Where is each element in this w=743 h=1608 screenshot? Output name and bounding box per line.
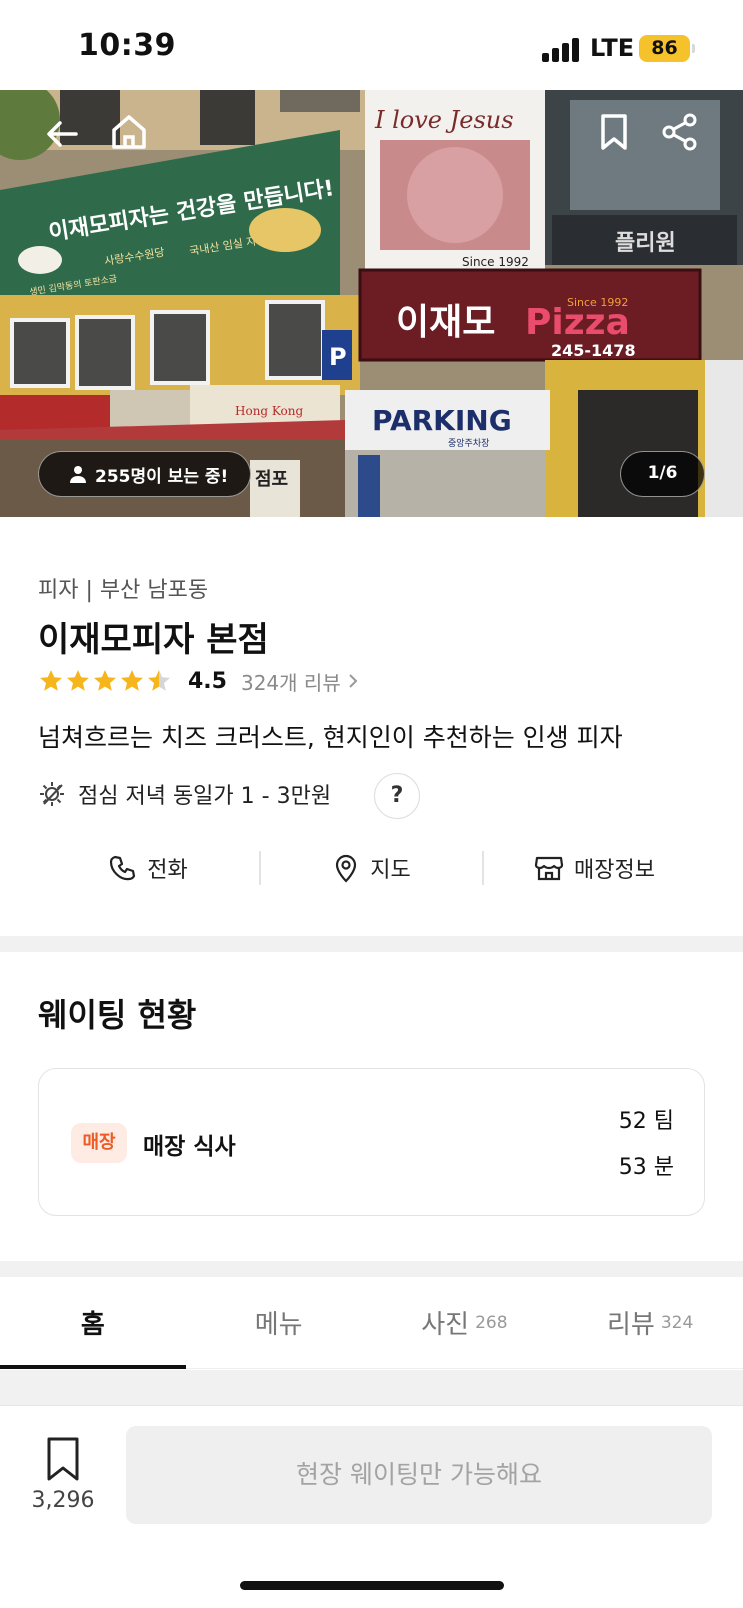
tab-reviews[interactable]: 리뷰 324 [557,1277,743,1368]
share-icon [662,113,697,151]
tab-bar: 홈 메뉴 사진 268 리뷰 324 [0,1277,743,1369]
back-button[interactable] [38,110,86,158]
tab-home[interactable]: 홈 [0,1277,186,1369]
store-icon [534,856,564,881]
battery-tip [692,44,695,53]
waiting-minutes: 53 분 [618,1155,674,1180]
tab-menu[interactable]: 메뉴 [186,1277,372,1368]
tab-menu-label: 메뉴 [254,1310,303,1340]
waiting-label: 매장 식사 [143,1134,236,1160]
waiting-teams: 52 팀 [618,1109,674,1134]
svg-text:플리원: 플리원 [615,231,676,256]
network-label: LTE [590,34,635,62]
review-link-label: 324개 리뷰 [240,670,341,695]
billboard-since: Since 1992 [462,255,529,269]
store-info-button[interactable]: 매장정보 [484,846,705,890]
bookmark-button[interactable] [590,108,638,156]
tab-reviews-label: 리뷰 [606,1310,655,1340]
svg-text:P: P [329,343,347,371]
tab-reviews-count: 324 [660,1312,694,1333]
status-time: 10:39 [78,28,176,63]
tab-photos[interactable]: 사진 268 [372,1277,558,1368]
tab-home-label: 홈 [80,1310,105,1340]
map-pin-icon [336,854,357,883]
tab-photos-count: 268 [475,1312,508,1333]
share-button[interactable] [656,108,704,156]
billboard-text: I love Jesus [374,106,514,134]
bottom-bar: 3,296 현장 웨이팅만 가능해요 [0,1405,743,1608]
store-sign-since: Since 1992 [567,296,628,309]
bookmark-icon [601,114,627,150]
star-icon [94,670,116,691]
person-icon [70,466,86,483]
home-icon [112,115,146,149]
svg-text:점포: 점포 [255,469,288,490]
price-help-button[interactable]: ? [374,773,420,819]
waiting-card: 매장 매장 식사 52 팀 53 분 [38,1068,705,1216]
review-link[interactable]: 324개 리뷰 [241,667,359,696]
map-button[interactable]: 지도 [261,846,482,890]
dine-in-badge: 매장 [71,1123,127,1163]
action-row: 전화 지도 매장정보 [38,846,705,890]
battery-icon: 86 [639,35,690,62]
hero-photo[interactable]: 이재모피자는 건강을 만듭니다! 사랑수수원당 국내산 임실 자연치즈 생민 김… [0,90,743,517]
rating-value: 4.5 [188,668,227,694]
parking-sub: 중앙주차장 [448,437,489,449]
signal-icon [542,36,582,62]
waiting-title: 웨이팅 현황 [38,996,197,1034]
store-category: 피자 | 부산 남포동 [38,578,209,603]
back-arrow-icon [47,121,78,147]
tab-photos-label: 사진 [421,1310,470,1340]
store-sign-kr: 이재모 [396,302,495,343]
viewers-badge: 255명이 보는 중! [38,451,252,497]
price-row: 점심 저녁 동일가 1 - 3만원 [38,778,331,810]
star-icon [40,670,62,691]
waiting-cta-button[interactable]: 현장 웨이팅만 가능해요 [126,1426,712,1524]
store-name: 이재모피자 본점 [38,620,269,660]
rating-row: 4.5 324개 리뷰 [38,666,359,696]
parking-sign: PARKING [372,404,512,437]
store-sign-phone: 245-1478 [551,341,636,360]
map-label: 지도 [370,858,411,883]
rating-stars [38,668,172,694]
call-button[interactable]: 전화 [38,846,259,890]
section-divider [0,936,743,952]
star-icon [148,670,170,691]
viewers-text: 255명이 보는 중! [95,466,229,487]
section-divider [0,1370,743,1405]
store-info-label: 매장정보 [574,858,655,883]
call-label: 전화 [147,858,188,883]
home-indicator [240,1581,504,1590]
sun-moon-icon [40,782,64,806]
section-divider [0,1261,743,1277]
save-count: 3,296 [31,1488,95,1513]
star-icon [67,670,89,691]
svg-text:Hong Kong: Hong Kong [235,404,304,418]
chevron-right-icon [349,674,358,688]
price-text: 점심 저녁 동일가 1 - 3만원 [78,784,332,809]
star-icon [121,670,143,691]
save-button[interactable]: 3,296 [26,1436,100,1526]
photo-counter[interactable]: 1/6 [620,451,705,497]
bookmark-icon [47,1437,79,1481]
home-button[interactable] [105,108,153,156]
store-tagline: 넘쳐흐르는 치즈 크러스트, 현지인이 추천하는 인생 피자 [38,723,623,752]
status-bar: 10:39 LTE 86 [0,0,743,90]
phone-icon [110,855,136,881]
